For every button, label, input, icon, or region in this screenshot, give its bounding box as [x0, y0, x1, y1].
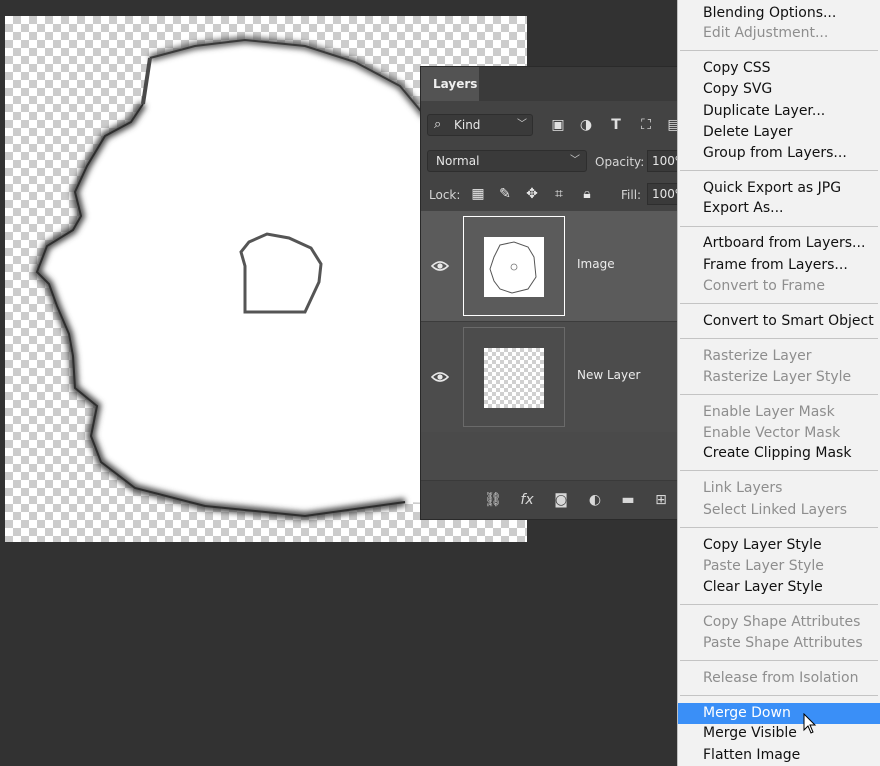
menu-item-select-linked-layers[interactable]: Select Linked Layers	[678, 500, 880, 521]
layer-thumbnail-image	[484, 237, 544, 297]
filter-row: ⌕ Kind ﹀ ▣ ◑ T ⛶ ▤	[421, 101, 681, 145]
panel-footer: ⛓ fx ◙ ◐ ▬ ⊞	[421, 480, 679, 519]
menu-item-rasterize-layer[interactable]: Rasterize Layer	[678, 346, 880, 367]
menu-item-artboard-from-layers[interactable]: Artboard from Layers...	[678, 233, 880, 254]
layer-context-menu: Blending Options... Edit Adjustment... C…	[677, 0, 880, 766]
fx-icon[interactable]: fx	[517, 491, 537, 509]
transparent-thumbnail	[484, 348, 544, 408]
chevron-down-icon: ﹀	[517, 119, 527, 130]
menu-item-convert-to-frame[interactable]: Convert to Frame	[678, 276, 880, 297]
pixel-filter-icon[interactable]: ▣	[549, 116, 567, 134]
lock-artboard-icon[interactable]: ⌗	[550, 185, 568, 203]
menu-separator	[680, 394, 878, 395]
menu-separator	[680, 470, 878, 471]
menu-item-frame-from-layers[interactable]: Frame from Layers...	[678, 255, 880, 276]
kind-filter-label: Kind	[454, 118, 481, 132]
layer-thumbnail[interactable]	[463, 216, 565, 316]
menu-separator	[680, 50, 878, 51]
menu-item-enable-layer-mask[interactable]: Enable Layer Mask	[678, 402, 880, 423]
menu-item-quick-export[interactable]: Quick Export as JPG	[678, 178, 880, 199]
menu-item-copy-svg[interactable]: Copy SVG	[678, 79, 880, 100]
menu-separator	[680, 170, 878, 171]
menu-item-paste-layer-style[interactable]: Paste Layer Style	[678, 556, 880, 577]
panel-tabbar: Layers	[421, 67, 679, 101]
type-filter-icon[interactable]: T	[607, 116, 625, 134]
menu-item-copy-css[interactable]: Copy CSS	[678, 58, 880, 79]
menu-item-delete-layer[interactable]: Delete Layer	[678, 122, 880, 143]
search-icon: ⌕	[434, 117, 442, 132]
adjustment-icon[interactable]: ◐	[585, 491, 605, 509]
folder-icon[interactable]: ▬	[618, 491, 638, 509]
menu-separator	[680, 527, 878, 528]
menu-separator	[680, 695, 878, 696]
menu-item-convert-to-smart-object[interactable]: Convert to Smart Object	[678, 311, 880, 332]
menu-separator	[680, 226, 878, 227]
lock-label: Lock:	[429, 188, 461, 202]
lock-transparent-pixels-icon[interactable]: ▦	[469, 185, 487, 203]
panel-body: ⌕ Kind ﹀ ▣ ◑ T ⛶ ▤ Normal ﹀ Opacity: 100…	[421, 101, 687, 519]
menu-item-duplicate-layer[interactable]: Duplicate Layer...	[678, 101, 880, 122]
new-layer-icon[interactable]: ⊞	[651, 491, 671, 509]
kind-filter-select[interactable]: ⌕ Kind ﹀	[427, 114, 533, 136]
menu-item-create-clipping-mask[interactable]: Create Clipping Mask	[678, 443, 880, 464]
layers-panel: Layers ⌕ Kind ﹀ ▣ ◑ T ⛶ ▤ Normal ﹀ Opaci…	[420, 66, 687, 520]
menu-item-blending-options[interactable]: Blending Options...	[678, 3, 880, 24]
menu-item-paste-shape-attributes[interactable]: Paste Shape Attributes	[678, 633, 880, 654]
menu-item-copy-shape-attributes[interactable]: Copy Shape Attributes	[678, 612, 880, 633]
menu-item-group-from-layers[interactable]: Group from Layers...	[678, 143, 880, 164]
opacity-label: Opacity:	[595, 155, 645, 169]
menu-item-flatten-image[interactable]: Flatten Image	[678, 745, 880, 766]
layer-row-image[interactable]: Image	[421, 211, 679, 321]
menu-item-enable-vector-mask[interactable]: Enable Vector Mask	[678, 423, 880, 444]
adjustment-filter-icon[interactable]: ◑	[577, 116, 595, 134]
blend-mode-select[interactable]: Normal ﹀	[427, 150, 587, 172]
menu-separator	[680, 660, 878, 661]
menu-separator	[680, 338, 878, 339]
menu-item-link-layers[interactable]: Link Layers	[678, 478, 880, 499]
eye-icon[interactable]	[431, 259, 449, 273]
layer-row-new-layer[interactable]: New Layer	[421, 322, 679, 432]
blend-row: Normal ﹀ Opacity: 100%	[421, 145, 687, 177]
layer-name[interactable]: Image	[577, 257, 615, 271]
fill-label: Fill:	[621, 188, 642, 202]
layer-thumbnail[interactable]	[463, 327, 565, 427]
menu-item-export-as[interactable]: Export As...	[678, 198, 880, 219]
menu-item-release-from-isolation[interactable]: Release from Isolation	[678, 668, 880, 689]
link-icon[interactable]: ⛓	[483, 491, 503, 509]
lock-row: Lock: ▦ ✎ ✥ ⌗ 🔒︎ Fill: 100%	[421, 177, 687, 211]
eye-icon[interactable]	[431, 370, 449, 384]
menu-separator	[680, 604, 878, 605]
lock-image-pixels-icon[interactable]: ✎	[496, 185, 514, 203]
chevron-down-icon: ﹀	[570, 155, 580, 166]
menu-item-edit-adjustment[interactable]: Edit Adjustment...	[678, 23, 880, 44]
tab-layers[interactable]: Layers	[421, 67, 479, 101]
menu-item-copy-layer-style[interactable]: Copy Layer Style	[678, 535, 880, 556]
lock-position-icon[interactable]: ✥	[523, 185, 541, 203]
menu-item-merge-visible[interactable]: Merge Visible	[678, 723, 880, 744]
menu-item-rasterize-layer-style[interactable]: Rasterize Layer Style	[678, 367, 880, 388]
lock-all-icon[interactable]: 🔒︎	[578, 185, 596, 203]
mouse-cursor-icon	[803, 713, 817, 734]
blend-mode-value: Normal	[436, 154, 480, 168]
shape-filter-icon[interactable]: ⛶	[637, 116, 655, 134]
menu-item-merge-down[interactable]: Merge Down	[678, 703, 880, 724]
menu-separator	[680, 303, 878, 304]
mask-icon[interactable]: ◙	[551, 491, 571, 509]
layer-name[interactable]: New Layer	[577, 368, 640, 382]
menu-item-clear-layer-style[interactable]: Clear Layer Style	[678, 577, 880, 598]
